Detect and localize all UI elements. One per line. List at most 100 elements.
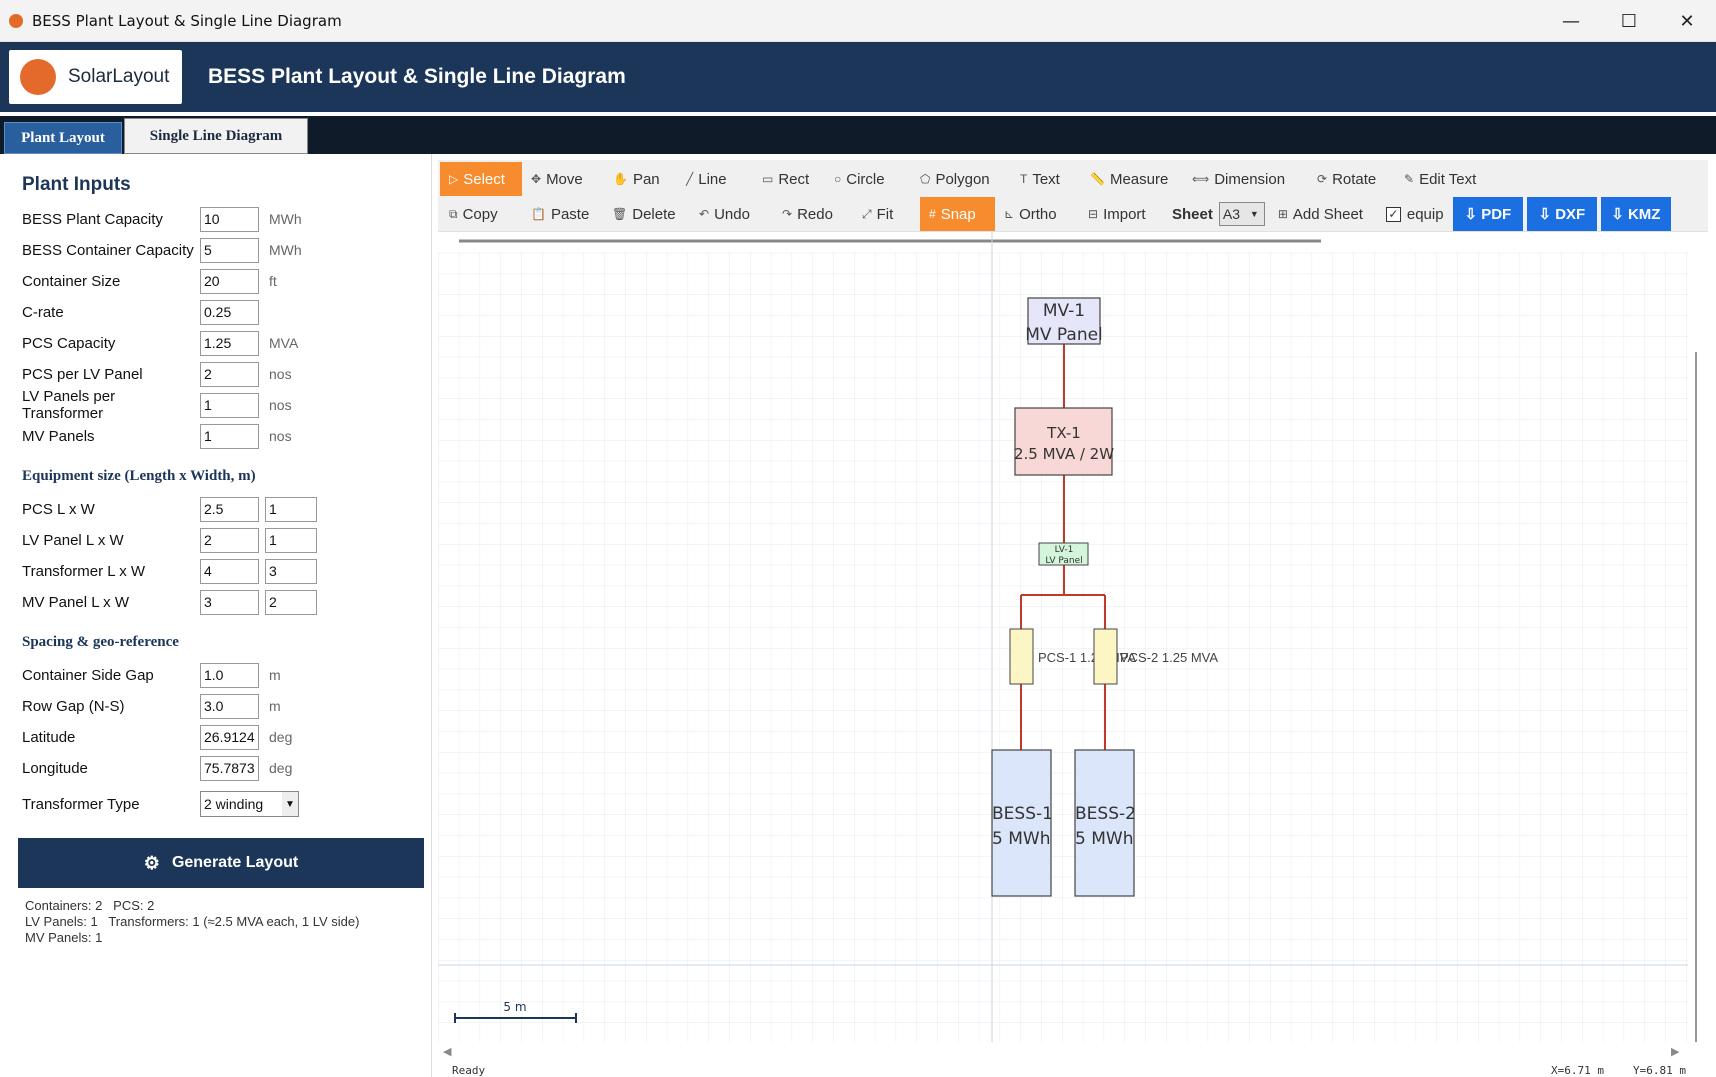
field-row: PCS Capacity 1.25 MVA (22, 330, 298, 356)
gear-icon: ⚙ (143, 852, 160, 873)
tool-label: Copy (462, 205, 498, 223)
transformer-length-input[interactable]: 4 (200, 558, 259, 584)
field-unit: nos (269, 428, 292, 444)
redo-button[interactable]: ↷ Redo (773, 197, 853, 231)
copy-button[interactable]: ⧉ Copy (440, 197, 522, 231)
mv-panel-width-input[interactable]: 2 (265, 589, 317, 615)
field-row: MV Panels 1 nos (22, 423, 292, 449)
import-button[interactable]: ⊟ Import (1079, 197, 1166, 231)
field-unit: MVA (269, 335, 299, 351)
pcs-label: PCS-2 1.25 MVA (1120, 650, 1218, 665)
longitude-input[interactable]: 75.7873 (200, 755, 259, 781)
bess-container[interactable]: BESS-2 5 MWh (1074, 749, 1136, 897)
mv-panels-input[interactable]: 1 (200, 423, 259, 449)
mv-panel-length-input[interactable]: 3 (200, 589, 259, 615)
sheet-select[interactable]: A3 ▼ (1218, 202, 1265, 226)
lv-panel-width-input[interactable]: 1 (265, 527, 317, 553)
app-icon (9, 13, 23, 28)
field-unit: MWh (269, 242, 302, 258)
drawing-canvas[interactable]: MV-1 MV Panel TX-1 2.5 MVA / 2W LV-1 LV … (438, 232, 1708, 1062)
rect-tool-button[interactable]: ▭ Rect (753, 162, 825, 196)
export-dxf-button[interactable]: ⇩ DXF (1526, 197, 1597, 231)
delete-button[interactable]: 🗑 Delete (603, 197, 690, 231)
close-button[interactable]: ✕ (1658, 0, 1716, 42)
add-sheet-button[interactable]: ⊞ Add Sheet (1269, 197, 1377, 231)
lv-panels-per-transformer-input[interactable]: 1 (200, 392, 259, 418)
equipment-row: PCS L x W 2.5 1 (22, 496, 317, 522)
export-pdf-button[interactable]: ⇩ PDF (1452, 197, 1523, 231)
edit-text-tool-button[interactable]: ✎ Edit Text (1395, 162, 1495, 196)
status-bar: Ready X=6.71 m Y=6.81 m (438, 1062, 1716, 1077)
container-side-gap-input[interactable]: 1.0 (200, 662, 259, 688)
fit-icon: ⤢ (862, 206, 872, 221)
field-row: LV Panels per Transformer 1 nos (22, 388, 292, 422)
line-tool-button[interactable]: ╱ Line (677, 162, 753, 196)
tool-label: Move (546, 170, 583, 188)
generate-layout-button[interactable]: ⚙ Generate Layout (18, 838, 424, 888)
snap-toggle[interactable]: # Snap (920, 197, 995, 231)
undo-icon: ↶ (699, 207, 710, 221)
fit-button[interactable]: ⤢ Fit (853, 197, 920, 231)
circle-tool-button[interactable]: ○ Circle (825, 162, 911, 196)
select-tool-button[interactable]: ▷ Select (440, 162, 522, 196)
equip-checkbox[interactable]: ✓ equip (1377, 197, 1453, 231)
transformer-type-select[interactable]: 2 winding ▼ (200, 791, 299, 817)
tab-plant-layout[interactable]: Plant Layout (4, 122, 122, 154)
right-angle-icon: ⊾ (1004, 207, 1015, 221)
text-tool-button[interactable]: T Text (1011, 162, 1081, 196)
pcs-length-input[interactable]: 2.5 (200, 496, 259, 522)
equipment-label: MV Panel L x W (22, 593, 129, 611)
bess-name: BESS-2 (1075, 804, 1136, 824)
window-title: BESS Plant Layout & Single Line Diagram (32, 11, 342, 30)
move-tool-button[interactable]: ✥ Move (522, 162, 604, 196)
field-unit: nos (269, 397, 292, 413)
container-size-input[interactable]: 20 (200, 268, 259, 294)
checkbox-checked-icon: ✓ (1385, 206, 1401, 222)
lv-panel[interactable]: LV-1 LV Panel (1038, 542, 1089, 566)
c-rate-input[interactable]: 0.25 (200, 299, 259, 325)
tool-label: Undo (714, 205, 750, 223)
transformer[interactable]: TX-1 2.5 MVA / 2W (1014, 407, 1114, 476)
minimize-button[interactable]: — (1542, 0, 1600, 42)
pan-tool-button[interactable]: ✋ Pan (604, 162, 677, 196)
maximize-button[interactable]: ☐ (1600, 0, 1658, 42)
equipment-row: Transformer L x W 43 (22, 558, 317, 584)
lv-panel-length-input[interactable]: 2 (200, 527, 259, 553)
bess-container-capacity-input[interactable]: 5 (200, 237, 259, 263)
ortho-toggle[interactable]: ⊾ Ortho (995, 197, 1079, 231)
row-gap-input[interactable]: 3.0 (200, 693, 259, 719)
bess-container[interactable]: BESS-1 5 MWh (991, 749, 1053, 897)
measure-tool-button[interactable]: 📏 Measure (1081, 162, 1183, 196)
mv-panel[interactable]: MV-1 MV Panel (1025, 297, 1103, 345)
tab-single-line-diagram[interactable]: Single Line Diagram (124, 118, 308, 154)
spacing-unit: deg (269, 760, 293, 776)
dimension-tool-button[interactable]: ⟺ Dimension (1183, 162, 1308, 196)
scroll-left-icon[interactable]: ◀ (443, 1045, 452, 1058)
paste-button[interactable]: 📋 Paste (522, 197, 603, 231)
bess-plant-capacity-input[interactable]: 10 (200, 206, 259, 232)
polygon-tool-button[interactable]: ⬠ Polygon (911, 162, 1011, 196)
export-kmz-button[interactable]: ⇩ KMZ (1600, 197, 1671, 231)
add-sheet-icon: ⊞ (1277, 207, 1288, 221)
transformer-type-label: Transformer Type (22, 795, 140, 813)
sheet-value: A3 (1222, 206, 1240, 222)
layout-summary: Containers: 2 PCS: 2 LV Panels: 1 Transf… (25, 898, 360, 945)
pcs-per-lv-panel-input[interactable]: 2 (200, 361, 259, 387)
pcs-width-input[interactable]: 1 (265, 496, 317, 522)
tool-label: Polygon (935, 170, 990, 188)
scroll-right-icon[interactable]: ▶ (1671, 1045, 1680, 1058)
field-unit: MWh (269, 211, 302, 227)
tool-label: Circle (846, 170, 885, 188)
pcs-capacity-input[interactable]: 1.25 (200, 330, 259, 356)
rotate-tool-button[interactable]: ⟳ Rotate (1308, 162, 1395, 196)
equipment-row: MV Panel L x W 32 (22, 589, 317, 615)
page-title: BESS Plant Layout & Single Line Diagram (208, 65, 626, 88)
latitude-input[interactable]: 26.9124 (200, 724, 259, 750)
field-row: BESS Container Capacity 5 MWh (22, 237, 302, 263)
undo-button[interactable]: ↶ Undo (690, 197, 773, 231)
layout-svg[interactable]: MV-1 MV Panel TX-1 2.5 MVA / 2W LV-1 LV … (438, 232, 1708, 1062)
field-unit: nos (269, 366, 292, 382)
rectangle-icon: ▭ (762, 172, 774, 186)
transformer-width-input[interactable]: 3 (265, 558, 317, 584)
text-icon: T (1020, 172, 1028, 186)
